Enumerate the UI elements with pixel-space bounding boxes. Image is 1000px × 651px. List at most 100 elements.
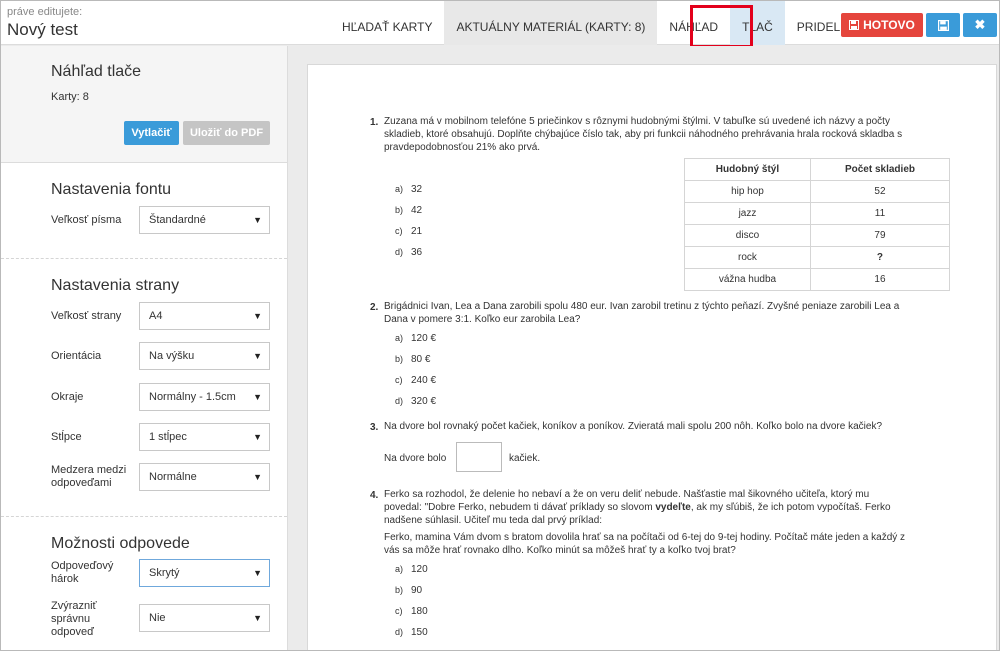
question-text-part: povedal: "Dobre Ferko, nebudem ti dávať … [384,502,656,513]
save-pdf-button[interactable]: Uložiť do PDF [183,121,270,145]
table-row: vážna hudba 16 [684,268,951,291]
cards-count: Karty: 8 [51,91,89,103]
page-size-value: A4 [149,310,163,322]
font-size-select[interactable]: Štandardné ▼ [139,206,270,234]
print-button[interactable]: Vytlačiť [124,121,179,145]
orientation-select[interactable]: Na výšku ▼ [139,342,270,370]
answer-option: d) 36 [395,247,422,258]
columns-value: 1 stĺpec [149,431,187,443]
save-button[interactable] [926,13,960,37]
caret-down-icon: ▼ [253,613,262,623]
table-header: Počet skladieb [809,158,951,181]
margins-label: Okraje [51,391,84,403]
close-icon: ✖ [974,17,986,32]
table-header-row: Hudobný štýl Počet skladieb [684,158,951,181]
preview-area: 1. Zuzana má v mobilnom telefóne 5 prieč… [289,46,999,650]
highlight-correct-select[interactable]: Nie ▼ [139,604,270,632]
question-number: 4. [370,490,379,501]
margins-value: Normálny - 1.5cm [149,391,236,403]
highlight-correct-label: Zvýrazniť správnu odpoveď [51,600,97,638]
caret-down-icon: ▼ [253,432,262,442]
tab-current-material[interactable]: AKTUÁLNY MATERIÁL (KARTY: 8) [444,1,658,45]
print-preview-title: Náhľad tlače [51,63,142,80]
margins-select[interactable]: Normálny - 1.5cm ▼ [139,383,270,411]
question-text: Ferko, mamina Vám dvom s bratom dovolila… [384,532,906,543]
option-letter: c) [395,375,403,385]
question-text: Na dvore bol rovnaký počet kačiek, koník… [384,421,883,432]
answer-option: c) 180 [395,606,428,617]
floppy-disk-icon [849,20,860,30]
app-window: práve editujete: Nový test HĽADAŤ KARTY … [0,0,1000,651]
page-settings-title: Nastavenia strany [51,277,180,294]
answer-sheet-value: Skrytý [149,567,180,579]
print-page: 1. Zuzana má v mobilnom telefóne 5 prieč… [307,64,997,650]
option-value: 42 [411,205,423,216]
question-number: 2. [370,302,379,313]
answer-option: a) 32 [395,184,422,195]
question-text: skladieb, ktoré obsahujú. Doplňte chýbaj… [384,129,903,140]
orientation-value: Na výšku [149,350,195,362]
answer-blank [456,442,502,472]
answer-options-title: Možnosti odpovede [51,535,190,552]
question-text-bold: vydeľte [655,502,691,513]
option-letter: a) [395,564,404,574]
answer-spacing-value: Normálne [149,471,197,483]
option-value: 150 [411,627,428,638]
option-value: 21 [411,226,423,237]
question-text: Brigádnici Ivan, Lea a Dana zarobili spo… [384,301,900,312]
question-text-part: , ak my sľúbiš, že ich potom vypočítaš. … [690,502,891,513]
columns-select[interactable]: 1 stĺpec ▼ [139,423,270,451]
table-row: rock ? [684,246,951,269]
highlight-correct-value: Nie [149,612,166,624]
page-size-label: Veľkosť strany [51,310,122,322]
print-tab-highlight [690,5,753,48]
question-number: 3. [370,422,379,433]
table-cell: 11 [809,202,951,225]
page-size-select[interactable]: A4 ▼ [139,302,270,330]
table-cell: rock [684,246,811,269]
answer-sheet-select[interactable]: Skrytý ▼ [139,559,270,587]
answer-option: d) 320 € [395,396,436,407]
option-value: 180 [411,606,428,617]
table-cell: 52 [809,180,951,203]
tab-search-cards[interactable]: HĽADAŤ KARTY [330,1,444,45]
close-button[interactable]: ✖ [963,13,997,37]
editing-label: práve editujete: [7,6,83,18]
option-value: 80 € [411,354,431,365]
table-cell: disco [684,224,811,247]
answer-sheet-label: Odpoveďový hárok [51,560,114,585]
table-cell: 16 [809,268,951,291]
option-letter: d) [395,396,404,406]
caret-down-icon: ▼ [253,311,262,321]
table-cell: 79 [809,224,951,247]
answer-option: b) 90 [395,585,422,596]
document-title: Nový test [7,20,78,39]
answer-option: a) 120 € [395,333,436,344]
columns-label: Stĺpce [51,431,82,443]
question-text: povedal: "Dobre Ferko, nebudem ti dávať … [384,502,891,514]
done-label: HOTOVO [863,18,915,32]
answer-option: b) 42 [395,205,422,216]
option-letter: b) [395,205,404,215]
question-text: Zuzana má v mobilnom telefóne 5 priečink… [384,116,890,127]
question-text: vás sa môže hrať rovnako dlho. Koľko min… [384,545,736,556]
section-divider [1,258,287,259]
answer-spacing-select[interactable]: Normálne ▼ [139,463,270,491]
done-button[interactable]: HOTOVO [841,13,923,37]
table-cell: ? [809,246,951,269]
option-letter: b) [395,354,404,364]
caret-down-icon: ▼ [253,215,262,225]
table-row: jazz 11 [684,202,951,225]
option-letter: c) [395,606,403,616]
option-value: 32 [411,184,423,195]
answer-option: c) 240 € [395,375,436,386]
answer-suffix: kačiek. [509,453,541,464]
table-cell: hip hop [684,180,811,203]
table-header: Hudobný štýl [684,158,811,181]
font-settings-title: Nastavenia fontu [51,181,172,198]
option-letter: a) [395,333,404,343]
main-nav: HĽADAŤ KARTY AKTUÁLNY MATERIÁL (KARTY: 8… [330,1,863,45]
option-value: 320 € [411,396,437,407]
caret-down-icon: ▼ [253,472,262,482]
option-letter: c) [395,226,403,236]
